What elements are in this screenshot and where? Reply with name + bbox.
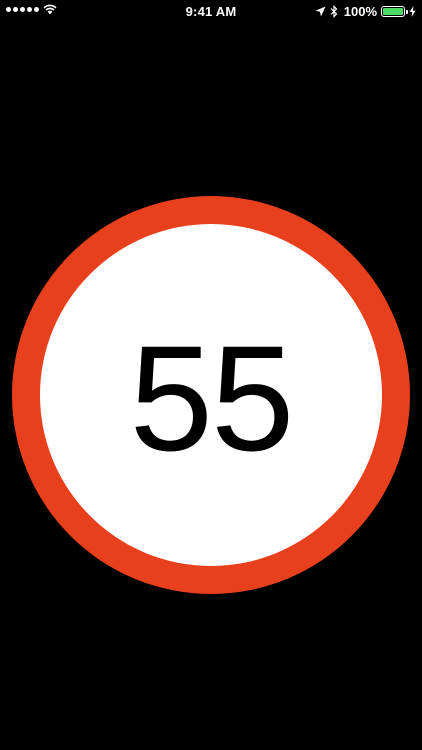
speed-limit-face: 55	[40, 224, 382, 566]
battery-percent: 100%	[343, 3, 377, 19]
location-arrow-icon	[315, 6, 326, 16]
status-bar: 9:41 AM 100%	[0, 0, 422, 22]
status-right-group: 100%	[315, 3, 416, 19]
bluetooth-icon	[330, 4, 338, 18]
app-screen: 9:41 AM 100% 55	[0, 0, 422, 750]
battery-level-fill	[383, 7, 403, 15]
speed-limit-sign: 55	[12, 196, 410, 594]
battery-cap	[406, 9, 408, 14]
battery-icon	[381, 5, 408, 17]
charging-bolt-icon	[409, 5, 416, 17]
speed-limit-value: 55	[129, 314, 295, 482]
